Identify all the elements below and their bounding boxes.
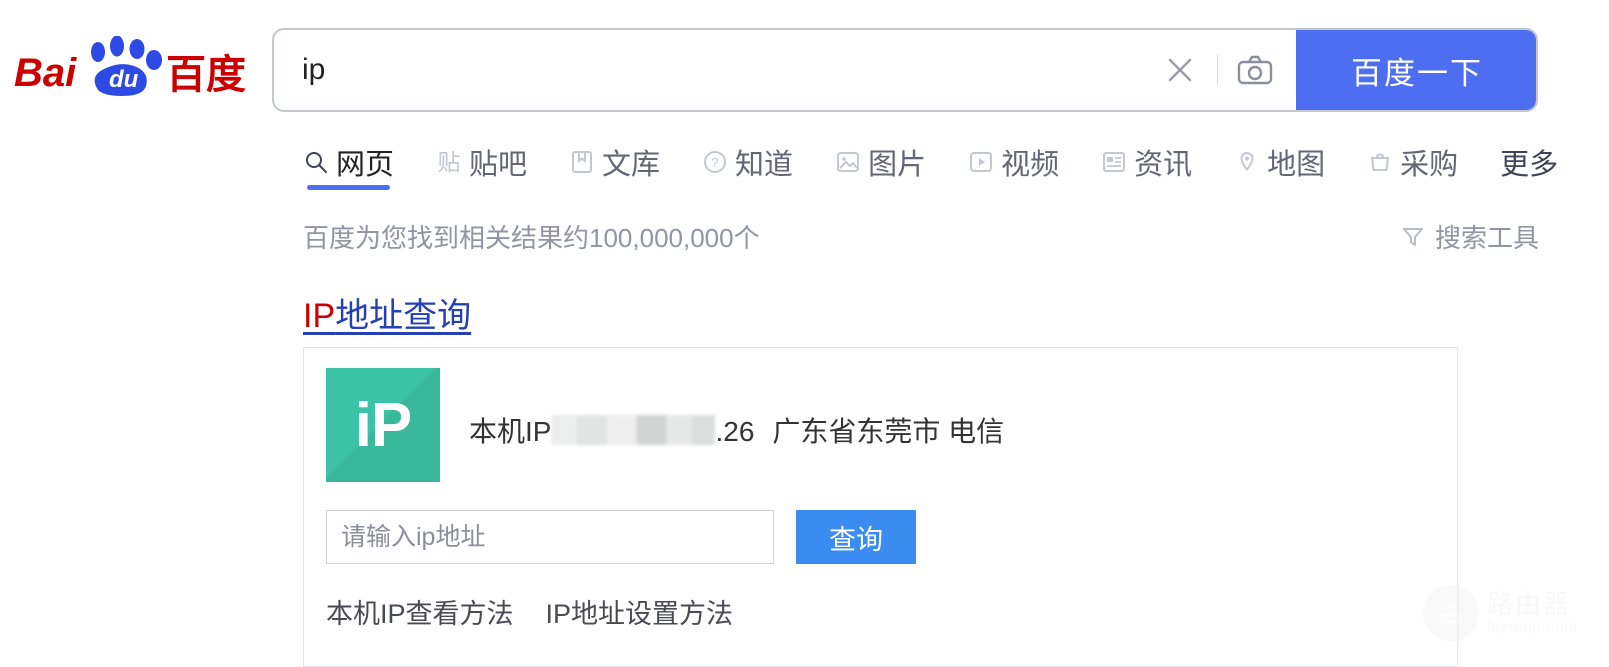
results-count: 百度为您找到相关结果约100,000,000个	[303, 223, 760, 253]
search-icon	[303, 149, 329, 175]
link-set-ip-address[interactable]: IP地址设置方法	[546, 592, 734, 631]
local-ip-suffix: .26	[715, 416, 755, 447]
local-ip-location: 广东省东莞市 电信	[772, 416, 1005, 447]
active-tab-underline	[307, 185, 391, 190]
video-icon	[968, 149, 994, 175]
svg-text:百度: 百度	[166, 53, 246, 97]
tab-map[interactable]: 地图	[1234, 136, 1347, 188]
tab-label: 网页	[336, 149, 395, 181]
ip-lookup-card: iP 本机IP .26 广东省东莞市 电信 查询 本机IP查看方法 IP地址设置方法	[303, 347, 1458, 667]
search-input[interactable]	[274, 30, 1149, 110]
tab-label: 资讯	[1134, 149, 1193, 181]
tab-label: 视频	[1001, 149, 1060, 181]
watermark-title: 路由器	[1487, 589, 1572, 620]
book-icon	[569, 149, 595, 175]
vertical-nav-tabs: 网页 贴 贴吧 文库 ? 知道 图片 视频 资讯 地图 采购 更多	[303, 136, 1558, 190]
ip-logo-text: iP	[354, 390, 413, 460]
baidu-logo[interactable]: Bai du 百度	[14, 36, 246, 98]
tab-purchase[interactable]: 采购	[1367, 136, 1480, 188]
tab-label: 知道	[735, 149, 794, 181]
tab-label: 文库	[602, 149, 661, 181]
filter-icon	[1401, 225, 1425, 249]
tieba-icon: 贴	[437, 148, 461, 175]
search-tools-button[interactable]: 搜索工具	[1401, 218, 1539, 255]
ip-address-input[interactable]	[326, 510, 774, 564]
svg-text:du: du	[109, 66, 139, 93]
tab-video[interactable]: 视频	[968, 136, 1081, 188]
icon-divider	[1217, 55, 1218, 85]
map-pin-icon	[1234, 149, 1260, 175]
card-help-links: 本机IP查看方法 IP地址设置方法	[326, 592, 733, 631]
ip-service-logo: iP	[326, 368, 440, 482]
query-highlight: IP	[303, 297, 336, 335]
tab-label: 图片	[868, 149, 927, 181]
search-box-actions	[1149, 30, 1296, 110]
camera-icon[interactable]	[1224, 39, 1286, 101]
tab-images[interactable]: 图片	[835, 136, 948, 188]
watermark-domain: luyouqi.com	[1487, 618, 1579, 636]
tab-wenku[interactable]: 文库	[569, 136, 682, 188]
cart-icon	[1367, 149, 1393, 175]
tab-label: 地图	[1267, 149, 1326, 181]
link-view-local-ip[interactable]: 本机IP查看方法	[326, 592, 514, 631]
tab-label: 更多	[1500, 149, 1559, 181]
tab-label: 贴吧	[469, 149, 528, 181]
page-header: Bai du 百度 ip 百度一下	[0, 0, 1609, 122]
ip-lookup-form: 查询	[326, 510, 916, 564]
search-submit-button[interactable]: 百度一下	[1296, 30, 1536, 110]
tab-zhidao[interactable]: ? 知道	[702, 136, 815, 188]
result-title-rest: 地址查询	[335, 297, 472, 335]
ip-query-button[interactable]: 查询	[796, 510, 916, 564]
question-icon: ?	[702, 149, 728, 175]
tab-news[interactable]: 资讯	[1101, 136, 1214, 188]
search-tools-label: 搜索工具	[1434, 223, 1539, 253]
search-box[interactable]: 百度一下	[272, 28, 1538, 112]
svg-text:?: ?	[711, 155, 718, 170]
result-title-link[interactable]: IP地址查询	[303, 288, 471, 337]
tab-tieba[interactable]: 贴 贴吧	[436, 136, 549, 188]
svg-text:Bai: Bai	[14, 51, 77, 95]
tab-more[interactable]: 更多	[1500, 136, 1558, 188]
image-icon	[835, 149, 861, 175]
close-icon[interactable]	[1149, 39, 1211, 101]
tab-webpage[interactable]: 网页	[303, 136, 416, 190]
news-icon	[1101, 149, 1127, 175]
tab-label: 采购	[1400, 149, 1459, 181]
local-ip-prefix: 本机IP	[469, 416, 552, 447]
redacted-ip-block	[551, 415, 716, 445]
local-ip-info: 本机IP .26 广东省东莞市 电信	[469, 410, 1004, 450]
watermark-text: 路由器 luyouqi.com	[1487, 590, 1578, 635]
